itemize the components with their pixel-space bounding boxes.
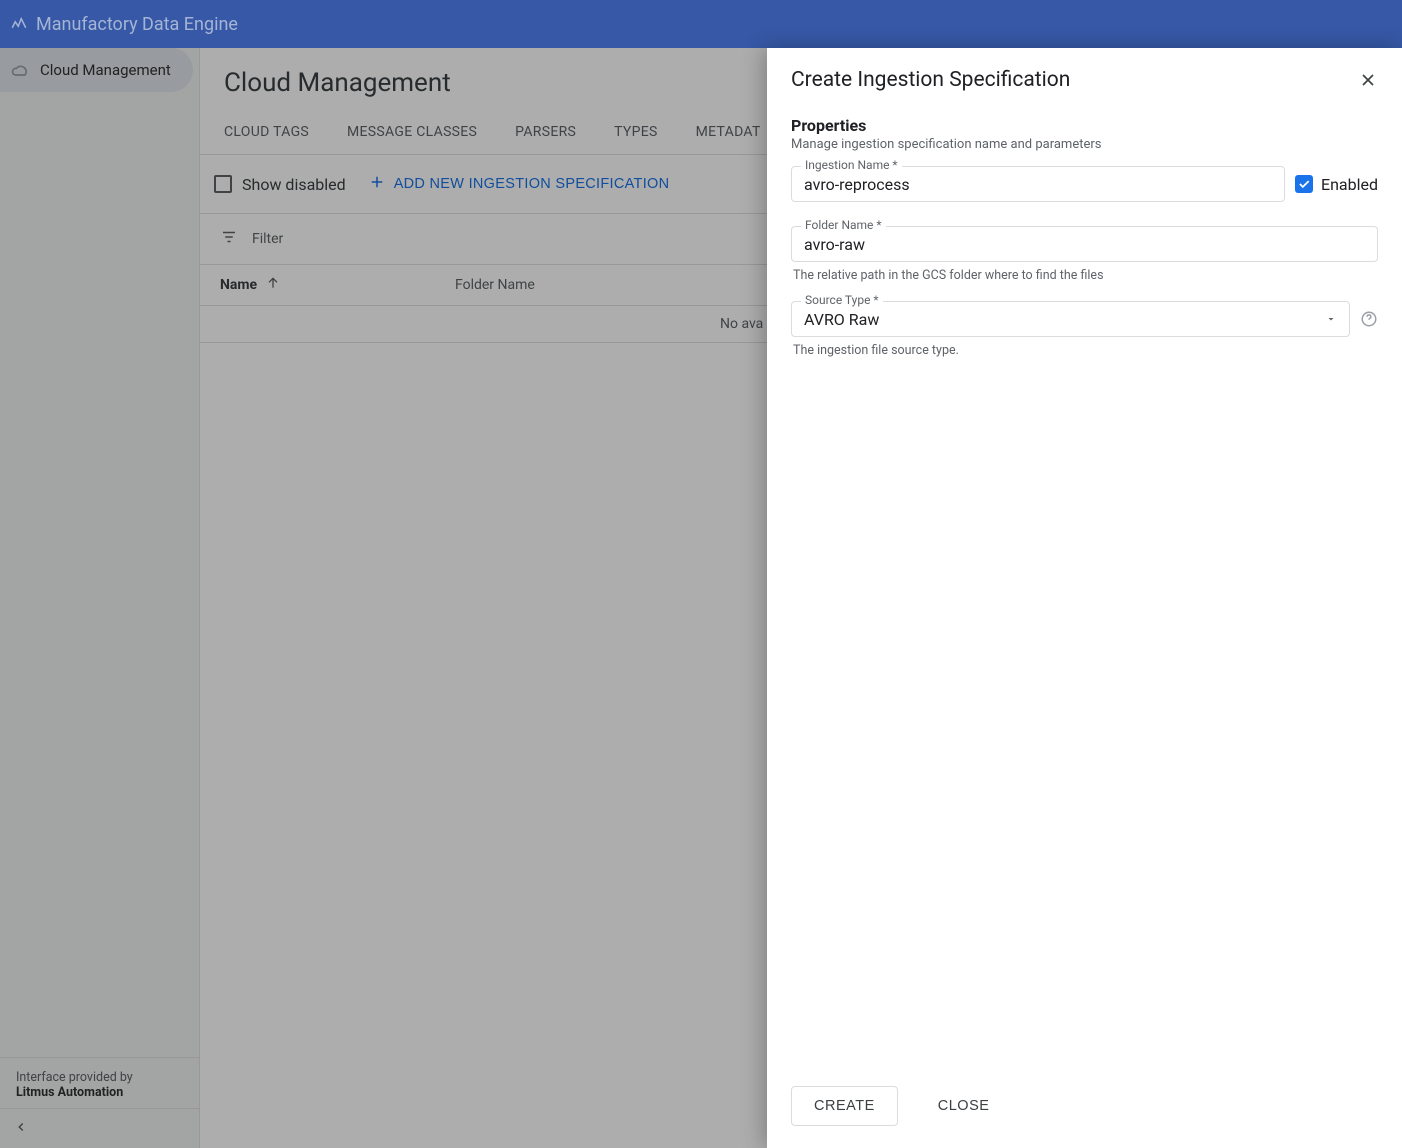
enabled-checkbox[interactable]: Enabled <box>1295 175 1378 194</box>
caret-down-icon <box>1325 310 1337 329</box>
filter-icon <box>220 228 238 250</box>
tab-parsers[interactable]: PARSERS <box>515 118 576 154</box>
folder-name-help: The relative path in the GCS folder wher… <box>793 268 1378 283</box>
arrow-up-icon <box>265 275 281 295</box>
tab-metadata[interactable]: METADAT <box>696 118 761 154</box>
ingestion-name-label: Ingestion Name * <box>801 158 902 172</box>
close-button[interactable]: CLOSE <box>916 1086 1012 1126</box>
sidebar-item-label: Cloud Management <box>40 61 171 79</box>
checkbox-unchecked-icon <box>214 175 232 193</box>
section-properties-label: Properties <box>791 116 1378 135</box>
app-logo-icon <box>10 15 28 33</box>
tab-message-classes[interactable]: MESSAGE CLASSES <box>347 118 477 154</box>
add-button-label: ADD NEW INGESTION SPECIFICATION <box>394 176 670 192</box>
checkbox-checked-icon <box>1295 175 1313 193</box>
enabled-label: Enabled <box>1321 175 1378 194</box>
filter-label: Filter <box>252 231 283 247</box>
help-icon[interactable] <box>1360 310 1378 328</box>
sidebar-item-cloud-management[interactable]: Cloud Management <box>0 48 193 92</box>
app-header: Manufactory Data Engine <box>0 0 1402 48</box>
show-disabled-label: Show disabled <box>242 175 346 194</box>
tab-cloud-tags[interactable]: CLOUD TAGS <box>224 118 309 154</box>
sidebar: Cloud Management Interface provided by L… <box>0 48 200 1148</box>
create-button[interactable]: CREATE <box>791 1086 898 1126</box>
column-header-name[interactable]: Name <box>220 275 455 295</box>
app-title: Manufactory Data Engine <box>36 14 238 35</box>
add-new-ingestion-button[interactable]: ADD NEW INGESTION SPECIFICATION <box>368 173 670 195</box>
tab-types[interactable]: TYPES <box>614 118 657 154</box>
sidebar-footer: Interface provided by Litmus Automation <box>0 1057 199 1108</box>
drawer-title: Create Ingestion Specification <box>791 68 1070 92</box>
folder-name-label: Folder Name * <box>801 218 886 232</box>
source-type-value: AVRO Raw <box>804 310 879 329</box>
cloud-icon <box>10 60 30 80</box>
drawer-create-ingestion: Create Ingestion Specification Propertie… <box>767 48 1402 1148</box>
source-type-label: Source Type * <box>801 293 883 307</box>
close-icon[interactable] <box>1358 70 1378 90</box>
plus-icon <box>368 173 386 195</box>
source-type-help: The ingestion file source type. <box>793 343 1378 358</box>
sidebar-footer-line1: Interface provided by <box>16 1070 183 1085</box>
sidebar-footer-company: Litmus Automation <box>16 1085 183 1100</box>
chevron-left-icon <box>14 1119 28 1138</box>
section-properties-sub: Manage ingestion specification name and … <box>791 137 1378 152</box>
show-disabled-checkbox[interactable]: Show disabled <box>214 175 346 194</box>
sidebar-collapse-button[interactable] <box>0 1108 199 1148</box>
